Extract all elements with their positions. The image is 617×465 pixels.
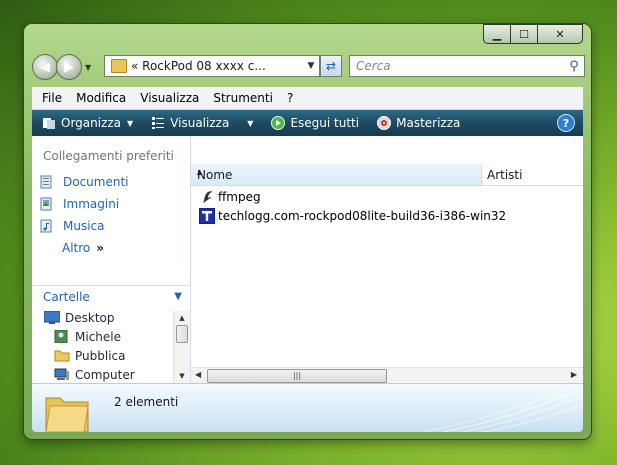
scroll-down-icon[interactable]: ▼ <box>174 369 190 383</box>
favorite-label: Musica <box>63 219 105 233</box>
double-chevron-icon: » <box>96 241 105 255</box>
organize-icon <box>43 118 55 129</box>
file-name: techlogg.com-rockpod08lite-build36-i386-… <box>218 209 507 223</box>
executable-file-icon <box>199 208 215 224</box>
column-artists[interactable]: Artisti <box>487 168 522 182</box>
folder-tree: Desktop Michele Pubblica Computer ▲ ▼ <box>32 308 190 383</box>
help-icon[interactable]: ? <box>557 114 575 132</box>
favorite-label: Immagini <box>63 197 120 211</box>
favorite-pictures[interactable]: Immagini <box>32 193 190 215</box>
back-arrow-icon: ◀ <box>40 59 50 75</box>
folders-header[interactable]: Cartelle ▼ <box>32 285 190 307</box>
views-caret-icon: ▼ <box>247 118 254 128</box>
favorite-label: Documenti <box>63 175 129 189</box>
organize-button[interactable]: Organizza ▼ <box>42 116 133 130</box>
folder-icon <box>54 350 70 362</box>
ffmpeg-file-icon <box>203 191 212 203</box>
burn-button[interactable]: Masterizza <box>377 116 460 130</box>
views-button[interactable]: Visualizza ▼ <box>151 116 253 130</box>
tree-label: Pubblica <box>75 348 126 363</box>
folder-icon <box>111 59 127 73</box>
address-bar[interactable]: « RockPod 08 xxxx c... ▼ <box>104 55 320 77</box>
forward-arrow-icon: ▶ <box>64 59 74 75</box>
scroll-thumb[interactable] <box>176 325 188 343</box>
folders-label: Cartelle <box>43 289 90 304</box>
forward-button[interactable]: ▶ <box>56 54 82 80</box>
music-icon <box>40 219 52 233</box>
column-headers: ▲ Nome Artisti <box>191 164 583 186</box>
minimize-button[interactable]: ▁ <box>483 24 511 44</box>
run-all-label: Esegui tutti <box>290 116 360 130</box>
desktop-icon <box>44 311 60 324</box>
user-folder-icon <box>54 330 68 343</box>
tree-item-user[interactable]: Michele <box>32 327 190 346</box>
more-links[interactable]: Altro » <box>32 237 190 259</box>
file-list: ▲ Nome Artisti ffmpeg techlogg.com-rockp… <box>191 136 583 384</box>
run-all-button[interactable]: Esegui tutti <box>271 116 359 130</box>
scroll-thumb[interactable]: ||| <box>207 369 387 383</box>
item-count: 2 elementi <box>114 395 179 409</box>
menu-file[interactable]: File <box>42 91 62 105</box>
search-box[interactable]: Cerca ⚲ <box>349 55 585 77</box>
refresh-icon: ⇄ <box>325 59 337 73</box>
favorite-documents[interactable]: Documenti <box>32 171 190 193</box>
decorative-streaks <box>422 384 583 432</box>
organize-label: Organizza <box>61 116 122 130</box>
recent-pages-dropdown[interactable]: ▼ <box>85 63 91 72</box>
scroll-right-icon[interactable]: ▶ <box>571 370 577 379</box>
pictures-icon <box>40 197 52 211</box>
menu-tools[interactable]: Strumenti <box>213 91 273 105</box>
favorite-links-header: Collegamenti preferiti <box>43 149 174 163</box>
menu-bar: File Modifica Visualizza Strumenti ? <box>32 87 583 110</box>
play-icon <box>271 116 286 130</box>
favorite-music[interactable]: Musica <box>32 215 190 237</box>
refresh-button[interactable]: ⇄ <box>320 55 342 77</box>
menu-edit[interactable]: Modifica <box>76 91 126 105</box>
address-breadcrumb[interactable]: « RockPod 08 xxxx c... <box>131 59 303 73</box>
file-name: ffmpeg <box>218 190 261 204</box>
close-icon: ✕ <box>555 27 565 41</box>
maximize-button[interactable]: ☐ <box>510 24 538 44</box>
back-button[interactable]: ◀ <box>32 54 58 80</box>
file-item-rockpod-build[interactable]: techlogg.com-rockpod08lite-build36-i386-… <box>199 207 506 225</box>
file-item-ffmpeg[interactable]: ffmpeg <box>199 188 261 206</box>
folder-tree-scrollbar[interactable]: ▲ ▼ <box>173 311 190 383</box>
close-button[interactable]: ✕ <box>537 24 583 44</box>
column-name-label: Nome <box>197 168 233 182</box>
details-pane: 2 elementi <box>32 383 583 432</box>
tree-item-public[interactable]: Pubblica <box>32 346 190 365</box>
scroll-up-icon[interactable]: ▲ <box>174 311 190 325</box>
menu-view[interactable]: Visualizza <box>140 91 199 105</box>
caption-buttons: ▁ ☐ ✕ <box>483 24 583 44</box>
tree-item-computer[interactable]: Computer <box>32 365 190 384</box>
command-bar: Organizza ▼ Visualizza ▼ Esegui tutti Ma… <box>32 110 583 136</box>
tree-item-desktop[interactable]: Desktop <box>32 308 190 327</box>
horizontal-scrollbar[interactable]: ◀ ||| ▶ <box>191 367 583 384</box>
search-icon[interactable]: ⚲ <box>564 59 584 74</box>
maximize-icon: ☐ <box>519 27 529 41</box>
disc-burn-icon <box>377 116 392 130</box>
chevron-down-icon: ▼ <box>174 291 182 302</box>
menu-help[interactable]: ? <box>287 91 293 105</box>
tree-label: Michele <box>75 329 121 344</box>
organize-caret-icon: ▼ <box>127 118 134 128</box>
more-label: Altro <box>62 241 91 255</box>
column-name[interactable]: ▲ Nome <box>191 164 482 185</box>
documents-icon <box>40 175 52 189</box>
address-dropdown-icon[interactable]: ▼ <box>303 61 319 71</box>
minimize-icon: ▁ <box>492 27 502 41</box>
explorer-window: ▁ ☐ ✕ ◀ ▶ ▼ « RockPod 08 xxxx c... ▼ ⇄ C… <box>24 24 591 439</box>
scroll-left-icon[interactable]: ◀ <box>195 370 201 379</box>
tree-label: Computer <box>75 367 135 382</box>
search-input[interactable]: Cerca <box>350 59 564 73</box>
views-label: Visualizza <box>170 116 230 130</box>
tree-label: Desktop <box>65 310 115 325</box>
navigation-bar: ◀ ▶ ▼ « RockPod 08 xxxx c... ▼ ⇄ Cerca ⚲ <box>32 54 585 80</box>
large-folder-icon <box>45 397 89 432</box>
computer-icon <box>54 368 69 380</box>
navigation-pane: Collegamenti preferiti Documenti Immagin… <box>32 136 191 383</box>
views-icon <box>152 117 165 129</box>
burn-label: Masterizza <box>396 116 461 130</box>
